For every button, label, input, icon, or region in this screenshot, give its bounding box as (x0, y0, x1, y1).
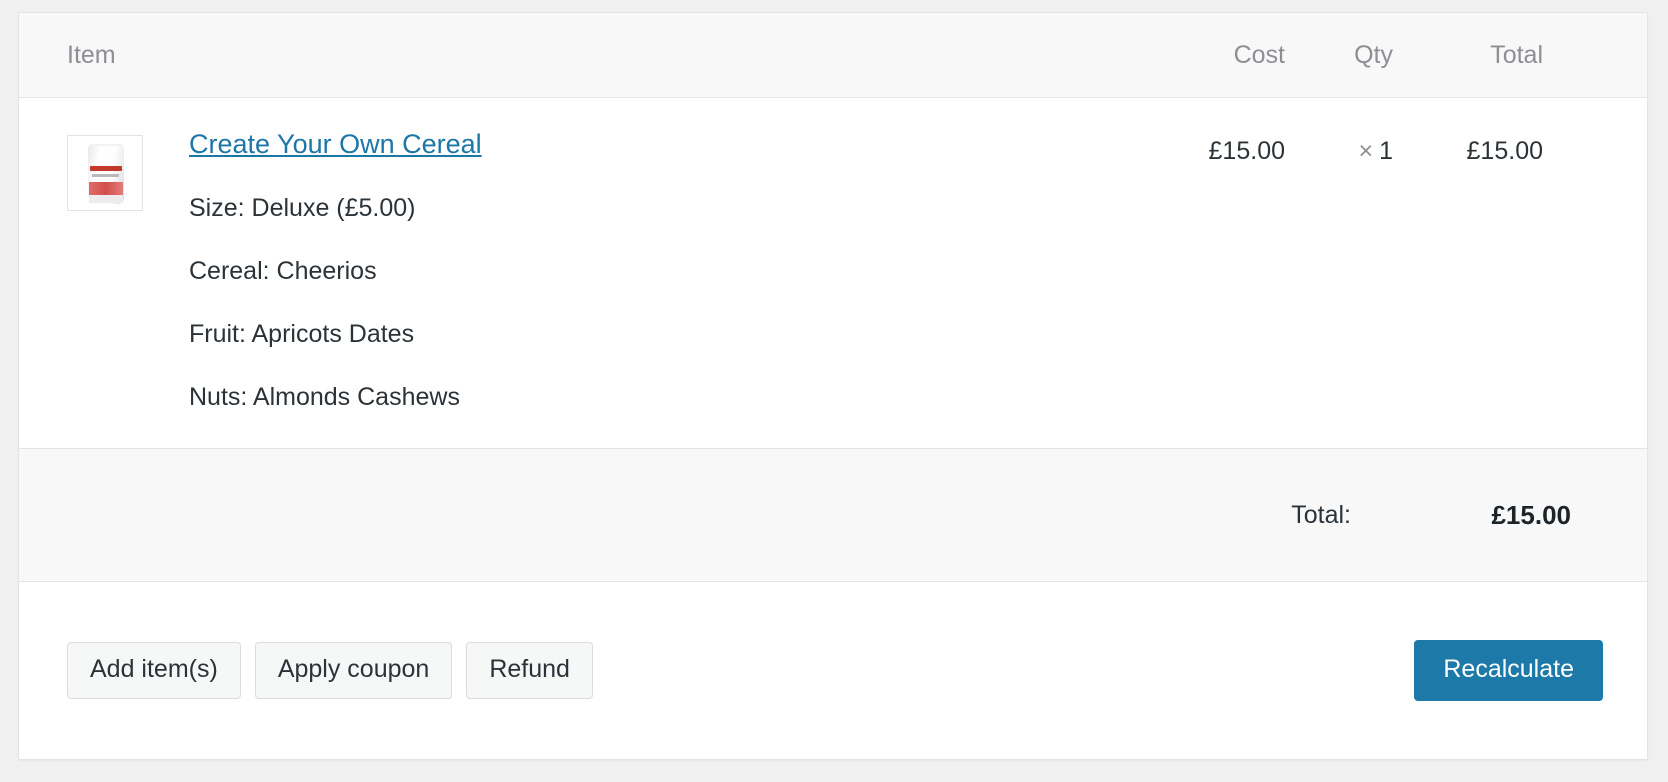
pouch-red-band (89, 182, 123, 195)
order-items-panel: Item Cost Qty Total Create Your Own Cere… (18, 12, 1648, 760)
line-item-cost: £15.00 (1208, 137, 1285, 165)
recalculate-button[interactable]: Recalculate (1414, 640, 1603, 702)
column-header-qty: Qty (1354, 40, 1393, 69)
column-header-item: Item (67, 40, 116, 69)
product-name-link[interactable]: Create Your Own Cereal (189, 128, 482, 160)
multiply-icon: × (1358, 137, 1374, 165)
line-item-meta-size: Size: Deluxe (£5.00) (189, 194, 416, 223)
pouch-brand-mark (90, 166, 122, 171)
order-items-body: Create Your Own Cereal Size: Deluxe (£5.… (19, 98, 1647, 450)
pouch-bottom-band (89, 195, 123, 203)
footer-button-group: Add item(s) Apply coupon Refund (67, 642, 593, 700)
column-header-total: Total (1490, 40, 1543, 69)
order-items-footer: Add item(s) Apply coupon Refund Recalcul… (19, 582, 1647, 759)
order-total-value: £15.00 (1491, 499, 1571, 530)
column-header-cost: Cost (1233, 40, 1285, 69)
line-item-text-block: Create Your Own Cereal Size: Deluxe (£5.… (189, 128, 482, 412)
line-item-meta-nuts: Nuts: Almonds Cashews (189, 383, 460, 412)
line-item-meta-fruit: Fruit: Apricots Dates (189, 320, 415, 349)
pouch-brand-subtext (92, 174, 119, 177)
order-total-label: Total: (1291, 500, 1351, 529)
line-item-meta-cereal: Cereal: Cheerios (189, 257, 377, 286)
order-line-item: Create Your Own Cereal Size: Deluxe (£5.… (19, 98, 1647, 448)
line-item-quantity-value: 1 (1379, 137, 1393, 165)
apply-coupon-button[interactable]: Apply coupon (254, 642, 453, 700)
line-item-details: Create Your Own Cereal Size: Deluxe (£5.… (67, 128, 1135, 412)
line-item-quantity: × 1 (1285, 128, 1393, 166)
order-items-header-row: Item Cost Qty Total (19, 13, 1647, 98)
product-thumbnail (67, 135, 143, 211)
line-item-total: £15.00 (1466, 137, 1543, 165)
refund-button[interactable]: Refund (466, 642, 593, 700)
order-totals-row: Total: £15.00 (19, 449, 1647, 583)
add-items-button[interactable]: Add item(s) (67, 642, 241, 700)
